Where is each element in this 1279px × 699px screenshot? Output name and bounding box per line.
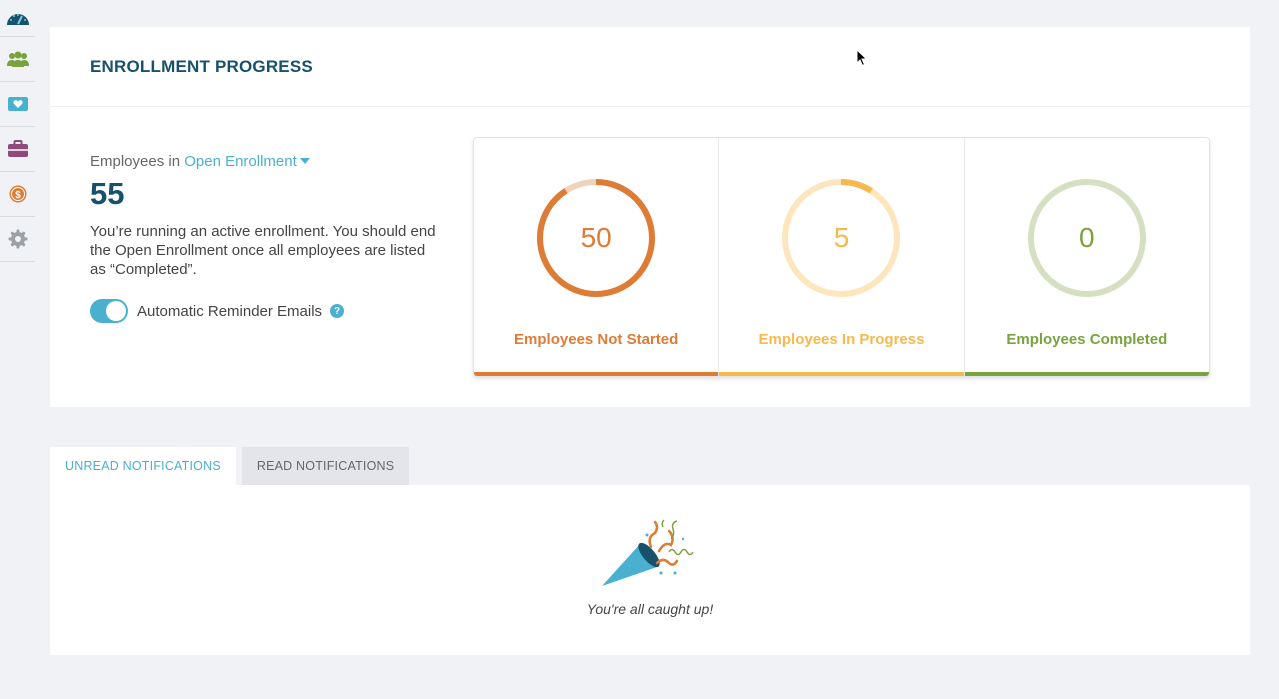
toggle-knob bbox=[106, 301, 126, 321]
employees-icon bbox=[6, 51, 29, 67]
stat-in-progress: 5 Employees In Progress bbox=[719, 138, 965, 376]
reminder-emails-toggle[interactable] bbox=[90, 299, 128, 323]
enrollment-progress-card: ENROLLMENT PROGRESS Employees in Open En… bbox=[50, 27, 1250, 407]
reminder-label: Automatic Reminder Emails bbox=[137, 302, 323, 320]
stat-underline bbox=[474, 372, 719, 376]
tab-read-notifications[interactable]: READ NOTIFICATIONS bbox=[241, 447, 410, 485]
sidebar-item-settings[interactable] bbox=[0, 217, 35, 262]
dashboard-icon bbox=[6, 14, 29, 25]
settings-gear-icon bbox=[8, 229, 27, 249]
enrollment-stats: 50 Employees Not Started 5 Employees In … bbox=[473, 137, 1210, 377]
sidebar-item-briefcase[interactable] bbox=[0, 127, 35, 172]
notifications-panel: You're all caught up! bbox=[50, 485, 1250, 655]
employees-in-row: Employees in Open Enrollment bbox=[90, 153, 450, 170]
svg-text:$: $ bbox=[15, 190, 21, 201]
employee-count: 55 bbox=[90, 176, 125, 211]
briefcase-icon bbox=[7, 140, 28, 157]
help-icon[interactable]: ? bbox=[330, 304, 345, 318]
reminder-row: Automatic Reminder Emails ? bbox=[90, 299, 450, 323]
progress-ring: 0 bbox=[1026, 177, 1148, 299]
empty-state-message: You're all caught up! bbox=[586, 601, 714, 617]
sidebar-item-benefits[interactable] bbox=[0, 82, 35, 127]
stat-value: 0 bbox=[1079, 222, 1095, 253]
stat-label: Employees In Progress bbox=[758, 331, 925, 348]
notification-tabs: UNREAD NOTIFICATIONS READ NOTIFICATIONS bbox=[50, 447, 410, 485]
stat-label: Employees Completed bbox=[1006, 331, 1168, 348]
sidebar-item-employees[interactable] bbox=[0, 37, 35, 82]
stat-underline bbox=[719, 372, 964, 376]
progress-ring: 5 bbox=[780, 177, 902, 299]
stat-not-started: 50 Employees Not Started bbox=[474, 138, 720, 376]
stat-completed: 0 Employees Completed bbox=[964, 138, 1209, 376]
mouse-cursor-icon bbox=[856, 49, 868, 67]
enrollment-type-label: Open Enrollment bbox=[184, 153, 297, 170]
enrollment-summary: Employees in Open Enrollment 55 You’re r… bbox=[90, 153, 450, 323]
enrollment-description: You’re running an active enrollment. You… bbox=[90, 223, 436, 278]
stat-underline bbox=[964, 372, 1209, 376]
benefits-heart-icon bbox=[7, 97, 28, 111]
progress-ring: 50 bbox=[535, 177, 657, 299]
dollar-coin-icon: $ bbox=[9, 185, 26, 203]
sidebar-item-dashboard[interactable] bbox=[0, 0, 35, 37]
stat-value: 50 bbox=[580, 222, 612, 253]
party-popper-icon bbox=[602, 519, 694, 586]
sidebar-item-payroll[interactable]: $ bbox=[0, 172, 35, 217]
page-title: ENROLLMENT PROGRESS bbox=[90, 56, 313, 76]
employees-in-label: Employees in bbox=[90, 153, 181, 170]
sidebar: $ bbox=[0, 0, 35, 265]
enrollment-type-dropdown[interactable]: Open Enrollment bbox=[184, 153, 310, 170]
stat-label: Employees Not Started bbox=[514, 331, 679, 348]
caret-down-icon bbox=[299, 158, 310, 165]
card-header: ENROLLMENT PROGRESS bbox=[50, 27, 1250, 107]
stat-value: 5 bbox=[833, 222, 850, 253]
tab-unread-notifications[interactable]: UNREAD NOTIFICATIONS bbox=[50, 447, 236, 485]
